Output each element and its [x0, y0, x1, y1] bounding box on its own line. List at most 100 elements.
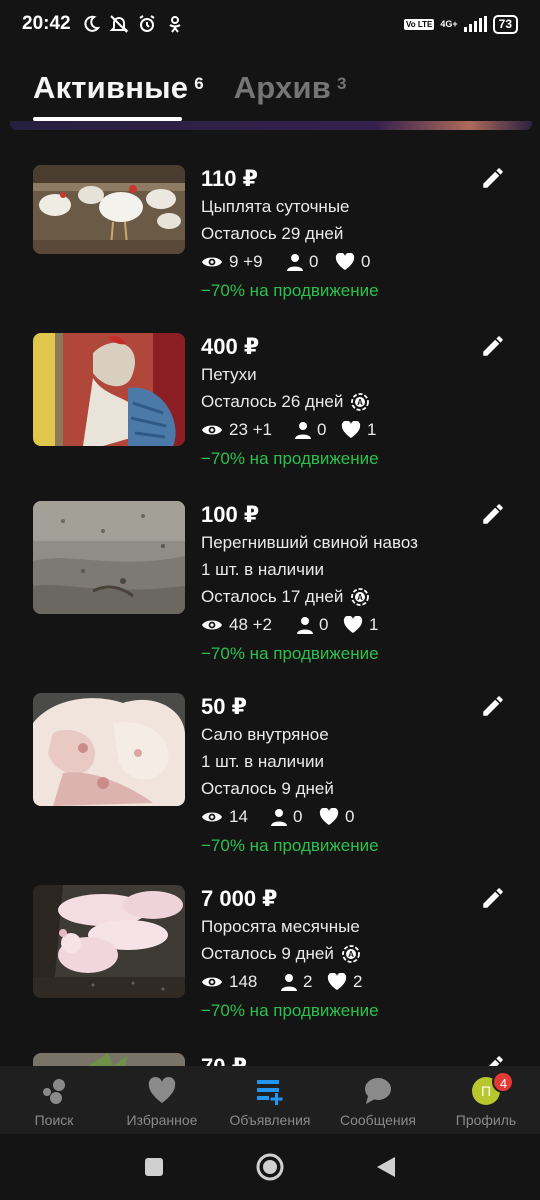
battery-level: 73 — [498, 16, 512, 31]
listing-photo[interactable] — [33, 885, 185, 998]
tab-active[interactable]: Активные 6 — [33, 70, 204, 106]
listing-price: 70 ₽ — [201, 1053, 480, 1066]
nav-search[interactable]: Поиск — [0, 1066, 108, 1134]
edit-pencil-icon[interactable] — [480, 1053, 506, 1066]
listing-price: 100 ₽ — [201, 502, 260, 527]
tab-count: 6 — [194, 74, 204, 93]
signal-icon — [463, 16, 487, 32]
listing-card[interactable]: 70 ₽ — [0, 1053, 540, 1066]
mute-icon — [109, 15, 129, 33]
views-stat: 148 — [201, 972, 281, 992]
listing-price: 400 ₽ — [201, 334, 260, 359]
favorites-count: 1 — [367, 420, 377, 439]
listing-price: 50 ₽ — [201, 694, 247, 719]
favorites-count: 0 — [345, 807, 355, 826]
contacts-count: 0 — [293, 807, 303, 826]
listing-card[interactable]: 7 000 ₽ Поросята месячные Осталось 9 дне… — [0, 885, 540, 1035]
status-bar: 20:42 Vo LTE 4G+ 73 — [0, 0, 540, 48]
listing-card[interactable]: 100 ₽ Перегнивший свиной навоз 1 шт. в н… — [0, 501, 540, 676]
person-icon — [271, 809, 287, 826]
listing-tabs: Активные 6 Архив 3 — [33, 70, 376, 106]
svg-text:A: A — [357, 398, 363, 407]
views-count: 148 — [229, 972, 258, 991]
listing-title: Поросята месячные — [201, 917, 360, 936]
back-icon[interactable] — [375, 1155, 397, 1179]
listing-card[interactable]: 110 ₽ Цыплята суточные Осталось 29 дней … — [0, 165, 540, 315]
contacts-stat: 0 — [295, 420, 341, 440]
listing-stock: 1 шт. в наличии — [201, 560, 325, 579]
contacts-stat: 0 — [287, 252, 335, 272]
promo-discount-link[interactable]: −70% на продвижение — [201, 445, 480, 473]
days-left-text: Осталось 9 дней — [201, 779, 334, 798]
listing-days-left: Осталось 17 дней A — [201, 583, 480, 610]
chat-bubble-icon — [365, 1078, 391, 1104]
views-count: 14 — [229, 807, 248, 826]
days-left-text: Осталось 29 дней — [201, 224, 344, 243]
person-icon — [287, 254, 303, 271]
listing-days-left: Осталось 9 дней — [201, 775, 480, 802]
views-stat: 14 — [201, 807, 271, 827]
eye-icon — [202, 620, 222, 630]
listing-title: Цыплята суточные — [201, 197, 350, 216]
edit-pencil-icon[interactable] — [480, 501, 506, 527]
listing-card[interactable]: 400 ₽ Петухи Осталось 26 дней A 23 +1 0 … — [0, 333, 540, 483]
avatar-letter: П — [481, 1083, 491, 1099]
edit-pencil-icon[interactable] — [480, 165, 506, 191]
autorenew-icon: A — [351, 587, 370, 606]
promo-banner-edge[interactable] — [10, 121, 532, 130]
listing-stats: 48 +2 0 1 — [201, 610, 480, 640]
nav-profile[interactable]: П 4 Профиль — [432, 1066, 540, 1134]
nav-label: Избранное — [126, 1112, 198, 1128]
listing-card[interactable]: 50 ₽ Сало внутряное 1 шт. в наличии Оста… — [0, 693, 540, 868]
heart-icon — [335, 253, 355, 270]
contacts-count: 0 — [309, 252, 319, 271]
heart-icon — [148, 1077, 176, 1103]
views-count: 48 +2 — [229, 615, 273, 634]
recents-icon[interactable] — [143, 1156, 165, 1178]
listing-stats: 148 2 2 — [201, 967, 480, 997]
promo-discount-link[interactable]: −70% на продвижение — [201, 277, 480, 305]
bottom-navigation: Поиск Избранное Объявления Сообщения П 4… — [0, 1066, 540, 1134]
listing-photo[interactable] — [33, 501, 185, 614]
favorites-stat: 2 — [327, 972, 362, 992]
promo-discount-link[interactable]: −70% на продвижение — [201, 640, 480, 668]
listing-photo[interactable] — [33, 165, 185, 254]
contacts-stat: 0 — [297, 615, 343, 635]
edit-pencil-icon[interactable] — [480, 693, 506, 719]
moon-icon — [84, 15, 100, 32]
status-right-icons: Vo LTE 4G+ 73 — [404, 14, 518, 34]
listing-info: 110 ₽ Цыплята суточные Осталось 29 дней … — [201, 165, 480, 305]
nav-listings[interactable]: Объявления — [216, 1066, 324, 1134]
listing-photo[interactable] — [33, 333, 185, 446]
favorites-count: 2 — [353, 972, 363, 991]
heart-icon — [343, 616, 363, 633]
promo-discount-link[interactable]: −70% на продвижение — [201, 997, 480, 1025]
listing-photo[interactable] — [33, 1053, 185, 1066]
volte-indicator: Vo LTE — [404, 18, 435, 30]
listing-days-left: Осталось 9 дней A — [201, 940, 480, 967]
listing-stats: 14 0 0 — [201, 802, 480, 832]
days-left-text: Осталось 26 дней — [201, 392, 344, 411]
edit-pencil-icon[interactable] — [480, 885, 506, 911]
views-stat: 23 +1 — [201, 420, 295, 440]
tab-archive[interactable]: Архив 3 — [234, 70, 347, 106]
edit-pencil-icon[interactable] — [480, 333, 506, 359]
listing-stats: 9 +9 0 0 — [201, 247, 480, 277]
nav-messages[interactable]: Сообщения — [324, 1066, 432, 1134]
promo-discount-link[interactable]: −70% на продвижение — [201, 832, 480, 860]
contacts-stat: 0 — [271, 807, 319, 827]
search-dots-icon — [43, 1079, 65, 1104]
listing-stats: 23 +1 0 1 — [201, 415, 480, 445]
contacts-count: 2 — [303, 972, 313, 991]
listing-info: 70 ₽ — [201, 1053, 480, 1066]
listing-photo[interactable] — [33, 693, 185, 806]
favorites-stat: 1 — [343, 615, 378, 635]
nav-label: Сообщения — [340, 1112, 416, 1128]
listing-info: 7 000 ₽ Поросята месячные Осталось 9 дне… — [201, 885, 480, 1025]
status-time: 20:42 — [22, 13, 71, 34]
home-icon[interactable] — [255, 1152, 285, 1182]
alarm-icon — [139, 15, 155, 32]
nav-favorites[interactable]: Избранное — [108, 1066, 216, 1134]
favorites-stat: 0 — [319, 807, 354, 827]
listing-info: 400 ₽ Петухи Осталось 26 дней A 23 +1 0 … — [201, 333, 480, 473]
